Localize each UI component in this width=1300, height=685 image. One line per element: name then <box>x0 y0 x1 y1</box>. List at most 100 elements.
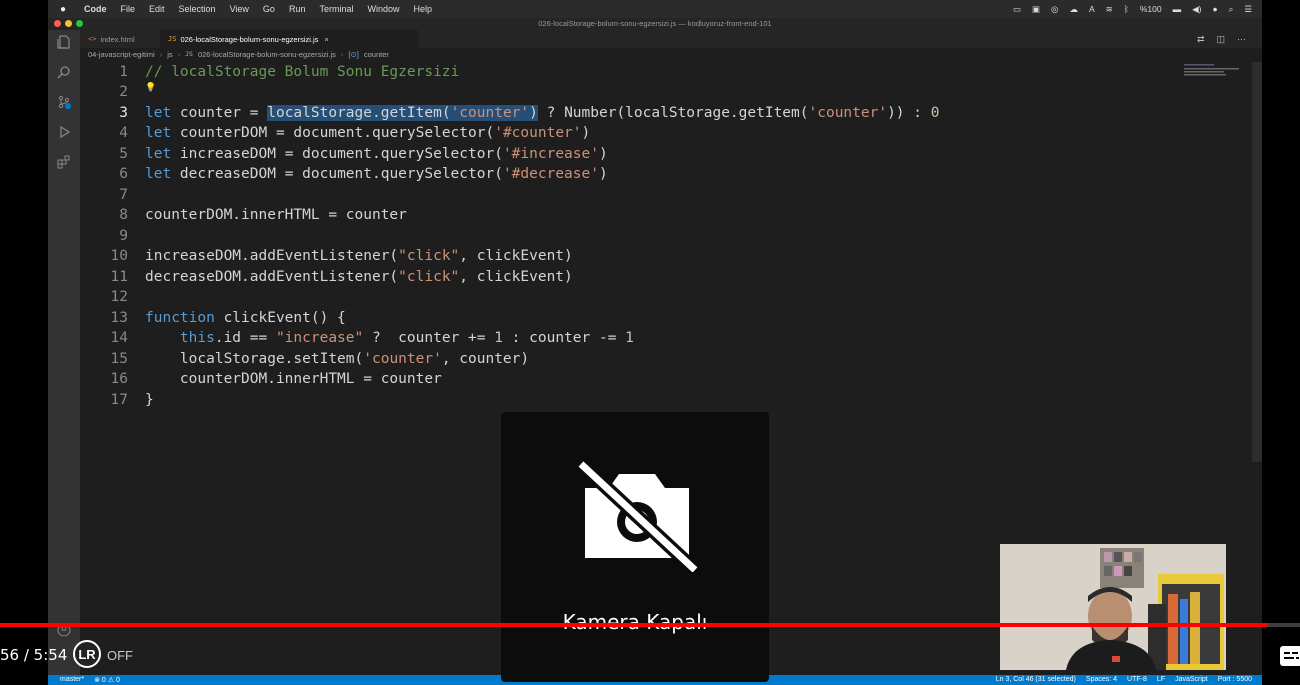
number-token: 1 <box>494 330 503 346</box>
selected-text: localStorage.getItem('counter') <box>267 105 538 121</box>
tab-close-icon[interactable]: × <box>324 35 328 44</box>
user-icon[interactable]: ● <box>1212 4 1217 14</box>
creative-cloud-icon[interactable]: ◎ <box>1051 4 1058 15</box>
js-file-icon: JS <box>185 50 193 58</box>
problems-count[interactable]: ⊗ 0 ⚠ 0 <box>94 676 120 684</box>
battery-icon[interactable]: ▬ <box>1173 4 1182 14</box>
line-number-current: 3 <box>119 105 128 121</box>
video-progress-fill[interactable] <box>0 623 1268 627</box>
display-icon[interactable]: ▭ <box>1013 4 1021 15</box>
lr-badge[interactable]: LR <box>73 640 101 668</box>
end-of-line[interactable]: LF <box>1157 676 1165 683</box>
tab-label: index.html <box>100 34 135 44</box>
code-token: ? Number(localStorage.getItem( <box>537 105 809 121</box>
editor-actions: ⇄ ◫ ⋯ <box>1197 34 1246 45</box>
lr-toggle-state[interactable]: OFF <box>107 648 133 663</box>
search-icon[interactable] <box>56 64 72 80</box>
breadcrumb-symbol[interactable]: counter <box>364 50 389 59</box>
git-branch[interactable]: master* <box>60 676 84 684</box>
line-number: 16 <box>110 371 128 387</box>
split-editor-icon[interactable]: ◫ <box>1216 34 1225 45</box>
menu-edit[interactable]: Edit <box>149 4 165 14</box>
editor-scrollbar[interactable] <box>1252 62 1262 462</box>
breadcrumb-separator: › <box>340 50 344 59</box>
code-token: counter = <box>171 105 268 121</box>
menu-run[interactable]: Run <box>289 4 306 14</box>
spotlight-search-icon[interactable]: ⌕ <box>1229 4 1234 15</box>
more-actions-icon[interactable]: ⋯ <box>1237 34 1246 45</box>
activity-bar <box>48 30 80 685</box>
js-file-icon: JS <box>168 35 177 43</box>
line-number: 10 <box>110 248 128 264</box>
keyword-token: function <box>145 310 215 326</box>
battery-percent[interactable]: %100 <box>1140 4 1162 14</box>
line-number: 12 <box>110 289 128 305</box>
line-number: 8 <box>119 207 128 223</box>
bluetooth-icon[interactable]: ᛒ <box>1124 4 1129 14</box>
menu-view[interactable]: View <box>230 4 249 14</box>
menu-window[interactable]: Window <box>367 4 399 14</box>
language-mode[interactable]: JavaScript <box>1175 676 1208 683</box>
code-line: let counterDOM = document.querySelector(… <box>145 123 590 143</box>
text-input-icon[interactable]: A <box>1089 4 1095 14</box>
breadcrumb-separator: › <box>159 50 163 59</box>
editor-tabs: <> index.html JS 026-localStorage-bolum-… <box>80 30 1262 48</box>
menu-app-code[interactable]: Code <box>84 4 107 14</box>
volume-icon[interactable]: ◀) <box>1192 4 1201 15</box>
live-server-port[interactable]: Port : 5500 <box>1218 676 1252 683</box>
line-number: 13 <box>110 310 128 326</box>
code-line: function clickEvent() { <box>145 308 346 328</box>
code-editor[interactable]: 1// localStorage Bolum Sonu Egzersizi 2 … <box>80 62 1180 422</box>
breadcrumb-js-folder[interactable]: js <box>167 50 172 59</box>
open-changes-icon[interactable]: ⇄ <box>1197 34 1205 45</box>
run-debug-icon[interactable] <box>56 124 72 140</box>
mac-menubar: ● Code File Edit Selection View Go Run T… <box>48 0 1262 18</box>
keyword-token: let <box>145 125 172 141</box>
breadcrumb-file[interactable]: 026-localStorage-bolum-sonu-egzersizi.js <box>198 50 336 59</box>
tab-index-html[interactable]: <> index.html <box>80 30 170 48</box>
encoding[interactable]: UTF-8 <box>1127 676 1147 683</box>
window-titlebar: 026-localStorage-bolum-sonu-egzersizi.js… <box>48 18 1262 30</box>
code-line: // localStorage Bolum Sonu Egzersizi <box>145 62 459 82</box>
code-line: let counter = localStorage.getItem('coun… <box>145 103 939 123</box>
extensions-icon[interactable] <box>56 154 72 170</box>
camera-off-panel: Kamera Kapalı <box>501 412 769 682</box>
apple-icon[interactable]: ● <box>60 4 70 15</box>
comment-token: // localStorage Bolum Sonu Egzersizi <box>145 64 460 80</box>
code-token: clickEvent() { <box>214 310 346 326</box>
string-token: 'counter' <box>808 105 888 121</box>
cursor-position[interactable]: Ln 3, Col 46 (31 selected) <box>996 676 1076 683</box>
code-line: counterDOM.innerHTML = counter <box>145 205 407 225</box>
screen-record-icon[interactable]: ▣ <box>1032 4 1040 15</box>
breadcrumb-folder[interactable]: 04-javascript-egitimi <box>88 50 155 59</box>
cloud-icon[interactable]: ☁ <box>1069 4 1078 15</box>
source-control-icon[interactable] <box>56 94 72 110</box>
line-number: 5 <box>119 146 128 162</box>
string-token: "click" <box>398 269 460 285</box>
letterbox-left <box>0 0 48 685</box>
tab-active-js-file[interactable]: JS 026-localStorage-bolum-sonu-egzersizi… <box>160 30 418 48</box>
minimap[interactable] <box>1182 62 1248 78</box>
string-token: 'counter' <box>363 351 442 367</box>
code-line: decreaseDOM.addEventListener("click", cl… <box>145 267 573 287</box>
indentation[interactable]: Spaces: 4 <box>1086 676 1117 683</box>
menu-go[interactable]: Go <box>263 4 275 14</box>
wifi-icon[interactable]: ≋ <box>1106 4 1113 15</box>
keyword-token: let <box>145 146 172 162</box>
control-center-icon[interactable]: ☰ <box>1244 4 1252 15</box>
menu-selection[interactable]: Selection <box>179 4 216 14</box>
number-token: 1 <box>625 330 634 346</box>
breadcrumb: 04-javascript-egitimi › js › JS 026-loca… <box>88 50 389 59</box>
menu-terminal[interactable]: Terminal <box>319 4 353 14</box>
menu-file[interactable]: File <box>121 4 136 14</box>
window-title: 026-localStorage-bolum-sonu-egzersizi.js… <box>538 19 772 28</box>
menu-help[interactable]: Help <box>413 4 432 14</box>
explorer-icon[interactable] <box>56 34 72 50</box>
line-number: 17 <box>110 392 128 408</box>
code-token: , clickEvent) <box>459 269 573 285</box>
string-token: "click" <box>398 248 460 264</box>
subtitles-icon[interactable] <box>1280 646 1300 666</box>
code-token: counterDOM.innerHTML = counter <box>145 207 407 223</box>
code-token: counterDOM = document.querySelector( <box>171 125 495 141</box>
